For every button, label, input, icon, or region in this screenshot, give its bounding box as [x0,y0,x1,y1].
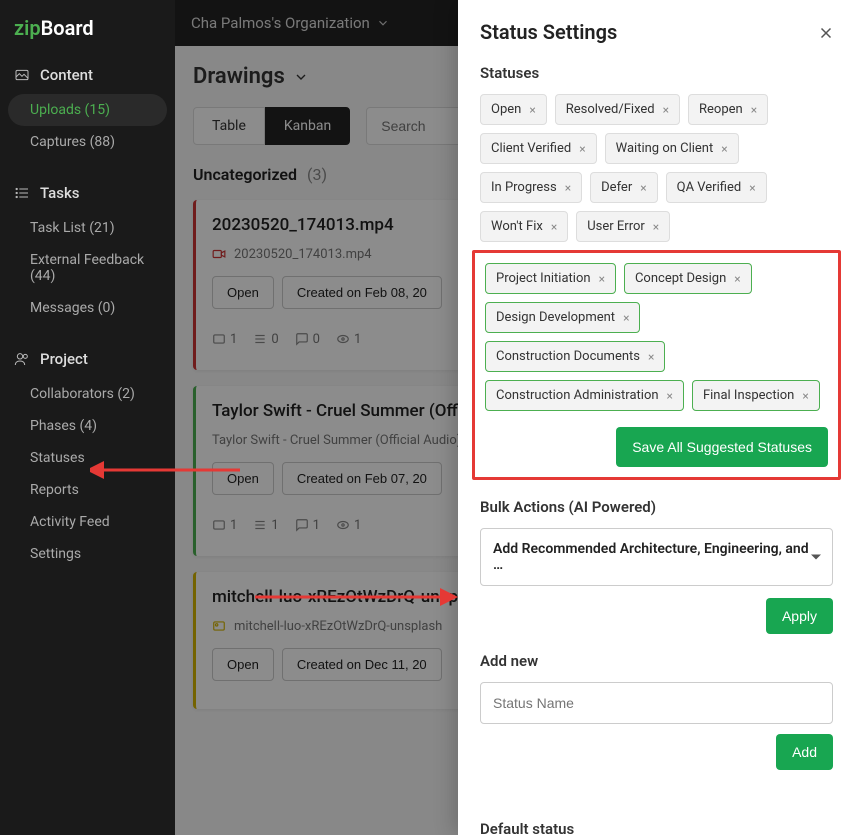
chevron-down-icon[interactable] [293,69,309,85]
suggested-chip[interactable]: Construction Documents× [485,341,665,372]
status-chip[interactable]: Defer× [590,172,658,203]
users-icon [14,351,30,367]
image-icon [212,332,226,346]
nav-uploads[interactable]: Uploads (15) [8,94,167,126]
apply-button[interactable]: Apply [766,598,833,634]
remove-icon[interactable]: × [667,389,673,403]
default-status-header: Default status [480,820,833,835]
nav-messages[interactable]: Messages (0) [0,292,175,324]
remove-icon[interactable]: × [623,311,629,325]
created-label: Created on Feb 07, 20 [282,462,442,495]
meta-comments: 0 [295,332,320,347]
status-chip[interactable]: Won't Fix× [480,211,568,242]
remove-icon[interactable]: × [551,220,557,234]
suggested-statuses-box: Project Initiation× Concept Design× Desi… [472,250,841,480]
remove-icon[interactable]: × [529,103,535,117]
remove-icon[interactable]: × [640,181,646,195]
meta-comments: 1 [295,518,320,533]
status-chip[interactable]: QA Verified× [666,172,767,203]
logo: zipBoard [0,0,175,56]
image-icon [212,518,226,532]
meta-views: 1 [336,518,361,533]
meta-images: 1 [212,518,237,533]
meta-images: 1 [212,332,237,347]
remove-icon[interactable]: × [599,272,605,286]
bulk-action-select[interactable]: Add Recommended Architecture, Engineerin… [480,528,833,586]
status-chip[interactable]: User Error× [576,211,670,242]
sidebar: zipBoard Content Uploads (15) Captures (… [0,0,175,835]
status-chip[interactable]: Client Verified× [480,133,597,164]
category-name: Uncategorized [193,165,297,184]
remove-icon[interactable]: × [579,142,585,156]
list-icon [253,518,267,532]
eye-icon [336,518,350,532]
remove-icon[interactable]: × [749,181,755,195]
suggested-chip[interactable]: Project Initiation× [485,263,616,294]
section-content: Content [0,56,175,94]
comment-icon [295,518,309,532]
nav-task-list[interactable]: Task List (21) [0,212,175,244]
suggested-chip[interactable]: Design Development× [485,302,640,333]
remove-icon[interactable]: × [565,181,571,195]
created-label: Created on Feb 08, 20 [282,276,442,309]
nav-phases[interactable]: Phases (4) [0,410,175,442]
remove-icon[interactable]: × [802,389,808,403]
remove-icon[interactable]: × [751,103,757,117]
suggested-chip[interactable]: Concept Design× [624,263,752,294]
nav-activity-feed[interactable]: Activity Feed [0,506,175,538]
status-chip[interactable]: Resolved/Fixed× [555,94,680,125]
add-new-header: Add new [480,652,833,670]
status-chip[interactable]: Open× [480,94,547,125]
bulk-actions-header: Bulk Actions (AI Powered) [480,498,833,516]
status-chip[interactable]: In Progress× [480,172,582,203]
open-button[interactable]: Open [212,648,274,681]
section-tasks: Tasks [0,174,175,212]
save-suggested-button[interactable]: Save All Suggested Statuses [616,427,828,467]
meta-views: 1 [336,332,361,347]
chevron-down-icon[interactable] [376,16,390,30]
category-count: (3) [307,165,327,184]
close-button[interactable] [817,24,835,48]
org-name[interactable]: Cha Palmos's Organization [191,14,370,32]
meta-list: 0 [253,332,278,347]
status-chip[interactable]: Waiting on Client× [605,133,739,164]
list-icon [14,185,30,201]
open-button[interactable]: Open [212,276,274,309]
status-name-input[interactable] [480,682,833,724]
status-chips: Open× Resolved/Fixed× Reopen× Client Ver… [480,94,833,242]
suggested-chip[interactable]: Final Inspection× [692,380,820,411]
image-icon [212,619,226,633]
section-project: Project [0,340,175,378]
video-icon [212,247,226,261]
status-settings-drawer: Status Settings Statuses Open× Resolved/… [458,0,855,835]
remove-icon[interactable]: × [734,272,740,286]
drawer-title: Status Settings [480,20,833,44]
nav-external-feedback[interactable]: External Feedback (44) [0,244,175,292]
status-chip[interactable]: Reopen× [688,94,768,125]
tab-table[interactable]: Table [193,107,265,145]
meta-list: 1 [253,518,278,533]
remove-icon[interactable]: × [721,142,727,156]
image-icon [14,67,30,83]
comment-icon [295,332,309,346]
nav-collaborators[interactable]: Collaborators (2) [0,378,175,410]
annotation-arrow-1 [90,460,250,480]
suggested-chip[interactable]: Construction Administration× [485,380,684,411]
remove-icon[interactable]: × [663,103,669,117]
created-label: Created on Dec 11, 20 [282,648,442,681]
remove-icon[interactable]: × [648,350,654,364]
list-icon [253,332,267,346]
close-icon [817,24,835,42]
add-button[interactable]: Add [776,734,833,770]
nav-settings[interactable]: Settings [0,538,175,570]
remove-icon[interactable]: × [653,220,659,234]
annotation-arrow-2 [255,587,465,607]
eye-icon [336,332,350,346]
nav-captures[interactable]: Captures (88) [0,126,175,158]
tab-kanban[interactable]: Kanban [265,107,350,145]
statuses-header: Statuses [480,64,833,82]
